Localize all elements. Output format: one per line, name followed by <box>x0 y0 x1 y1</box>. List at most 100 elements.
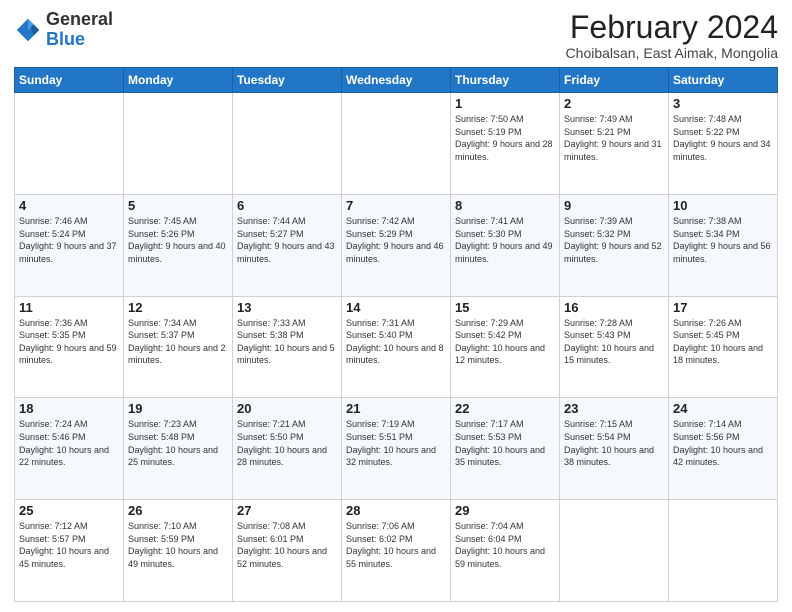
day-number: 20 <box>237 401 337 416</box>
calendar-cell: 22Sunrise: 7:17 AM Sunset: 5:53 PM Dayli… <box>451 398 560 500</box>
day-info: Sunrise: 7:12 AM Sunset: 5:57 PM Dayligh… <box>19 520 119 570</box>
day-info: Sunrise: 7:41 AM Sunset: 5:30 PM Dayligh… <box>455 215 555 265</box>
day-number: 26 <box>128 503 228 518</box>
calendar-cell: 18 Sunrise: 7:24 AM Sunset: 5:46 PM Dayli… <box>15 398 124 500</box>
day-info: Sunrise: 7:38 AM Sunset: 5:34 PM Dayligh… <box>673 215 773 265</box>
weekday-header-tuesday: Tuesday <box>233 68 342 93</box>
calendar-cell: 12 Sunrise: 7:34 AM Sunset: 5:37 PM Dayli… <box>124 296 233 398</box>
day-info: Sunrise: 7:48 AM Sunset: 5:22 PM Dayligh… <box>673 113 773 163</box>
day-number: 13 <box>237 300 337 315</box>
logo-general-text: General <box>46 10 113 30</box>
day-info: Sunrise: 7:04 AM Sunset: 6:04 PM Dayligh… <box>455 520 555 570</box>
day-info: Sunrise: 7:46 AM Sunset: 5:24 PM Dayligh… <box>19 215 119 265</box>
calendar-week-4: 18 Sunrise: 7:24 AM Sunset: 5:46 PM Dayli… <box>15 398 778 500</box>
calendar-cell: 4 Sunrise: 7:46 AM Sunset: 5:24 PM Daylig… <box>15 194 124 296</box>
day-info: Sunrise: 7:10 AM Sunset: 5:59 PM Dayligh… <box>128 520 228 570</box>
day-number: 19 <box>128 401 228 416</box>
calendar-cell <box>15 93 124 195</box>
day-info: Sunrise: 7:36 AM Sunset: 5:35 PM Dayligh… <box>19 317 119 367</box>
calendar-week-5: 25 Sunrise: 7:12 AM Sunset: 5:57 PM Dayli… <box>15 500 778 602</box>
day-number: 24 <box>673 401 773 416</box>
day-number: 22 <box>455 401 555 416</box>
day-number: 23 <box>564 401 664 416</box>
calendar-cell: 16 Sunrise: 7:28 AM Sunset: 5:43 PM Dayli… <box>560 296 669 398</box>
calendar-cell: 26 Sunrise: 7:10 AM Sunset: 5:59 PM Dayli… <box>124 500 233 602</box>
calendar-title: February 2024 <box>566 10 778 45</box>
day-info: Sunrise: 7:06 AM Sunset: 6:02 PM Dayligh… <box>346 520 446 570</box>
day-number: 11 <box>19 300 119 315</box>
day-number: 6 <box>237 198 337 213</box>
day-number: 15 <box>455 300 555 315</box>
day-number: 16 <box>564 300 664 315</box>
day-info: Sunrise: 7:33 AM Sunset: 5:38 PM Dayligh… <box>237 317 337 367</box>
day-number: 14 <box>346 300 446 315</box>
day-number: 12 <box>128 300 228 315</box>
calendar-week-1: 1 Sunrise: 7:50 AM Sunset: 5:19 PM Daylig… <box>15 93 778 195</box>
day-number: 27 <box>237 503 337 518</box>
day-info: Sunrise: 7:08 AM Sunset: 6:01 PM Dayligh… <box>237 520 337 570</box>
calendar-cell: 28Sunrise: 7:06 AM Sunset: 6:02 PM Dayli… <box>342 500 451 602</box>
day-number: 2 <box>564 96 664 111</box>
calendar-cell: 10 Sunrise: 7:38 AM Sunset: 5:34 PM Dayli… <box>669 194 778 296</box>
calendar-cell: 8 Sunrise: 7:41 AM Sunset: 5:30 PM Daylig… <box>451 194 560 296</box>
weekday-header-friday: Friday <box>560 68 669 93</box>
day-info: Sunrise: 7:15 AM Sunset: 5:54 PM Dayligh… <box>564 418 664 468</box>
day-number: 10 <box>673 198 773 213</box>
day-info: Sunrise: 7:14 AM Sunset: 5:56 PM Dayligh… <box>673 418 773 468</box>
day-info: Sunrise: 7:24 AM Sunset: 5:46 PM Dayligh… <box>19 418 119 468</box>
day-info: Sunrise: 7:34 AM Sunset: 5:37 PM Dayligh… <box>128 317 228 367</box>
calendar-cell <box>560 500 669 602</box>
day-info: Sunrise: 7:19 AM Sunset: 5:51 PM Dayligh… <box>346 418 446 468</box>
calendar-cell: 27 Sunrise: 7:08 AM Sunset: 6:01 PM Dayli… <box>233 500 342 602</box>
day-info: Sunrise: 7:28 AM Sunset: 5:43 PM Dayligh… <box>564 317 664 367</box>
day-info: Sunrise: 7:45 AM Sunset: 5:26 PM Dayligh… <box>128 215 228 265</box>
calendar-cell: 20 Sunrise: 7:21 AM Sunset: 5:50 PM Dayli… <box>233 398 342 500</box>
day-number: 8 <box>455 198 555 213</box>
day-number: 3 <box>673 96 773 111</box>
calendar-cell: 11 Sunrise: 7:36 AM Sunset: 5:35 PM Dayli… <box>15 296 124 398</box>
day-number: 5 <box>128 198 228 213</box>
day-number: 29 <box>455 503 555 518</box>
day-info: Sunrise: 7:50 AM Sunset: 5:19 PM Dayligh… <box>455 113 555 163</box>
calendar-cell: 5 Sunrise: 7:45 AM Sunset: 5:26 PM Daylig… <box>124 194 233 296</box>
weekday-header-saturday: Saturday <box>669 68 778 93</box>
day-number: 1 <box>455 96 555 111</box>
calendar-week-3: 11 Sunrise: 7:36 AM Sunset: 5:35 PM Dayli… <box>15 296 778 398</box>
calendar-cell <box>669 500 778 602</box>
logo-icon <box>14 16 42 44</box>
calendar-cell: 23 Sunrise: 7:15 AM Sunset: 5:54 PM Dayli… <box>560 398 669 500</box>
calendar-cell <box>124 93 233 195</box>
calendar-cell <box>342 93 451 195</box>
calendar-cell: 3 Sunrise: 7:48 AM Sunset: 5:22 PM Daylig… <box>669 93 778 195</box>
day-info: Sunrise: 7:23 AM Sunset: 5:48 PM Dayligh… <box>128 418 228 468</box>
calendar-cell: 2 Sunrise: 7:49 AM Sunset: 5:21 PM Daylig… <box>560 93 669 195</box>
day-info: Sunrise: 7:29 AM Sunset: 5:42 PM Dayligh… <box>455 317 555 367</box>
calendar-cell: 6Sunrise: 7:44 AM Sunset: 5:27 PM Daylig… <box>233 194 342 296</box>
logo-blue-text: Blue <box>46 30 113 50</box>
calendar-table: SundayMondayTuesdayWednesdayThursdayFrid… <box>14 67 778 602</box>
day-number: 9 <box>564 198 664 213</box>
day-number: 25 <box>19 503 119 518</box>
calendar-cell: 19 Sunrise: 7:23 AM Sunset: 5:48 PM Dayli… <box>124 398 233 500</box>
day-info: Sunrise: 7:21 AM Sunset: 5:50 PM Dayligh… <box>237 418 337 468</box>
calendar-cell: 25 Sunrise: 7:12 AM Sunset: 5:57 PM Dayli… <box>15 500 124 602</box>
logo: General Blue <box>14 10 113 50</box>
page-header: General Blue February 2024 Choibalsan, E… <box>14 10 778 61</box>
calendar-header-row: SundayMondayTuesdayWednesdayThursdayFrid… <box>15 68 778 93</box>
day-number: 4 <box>19 198 119 213</box>
calendar-cell: 9 Sunrise: 7:39 AM Sunset: 5:32 PM Daylig… <box>560 194 669 296</box>
weekday-header-monday: Monday <box>124 68 233 93</box>
calendar-subtitle: Choibalsan, East Aimak, Mongolia <box>566 45 778 61</box>
calendar-cell: 29 Sunrise: 7:04 AM Sunset: 6:04 PM Dayli… <box>451 500 560 602</box>
weekday-header-sunday: Sunday <box>15 68 124 93</box>
calendar-cell: 14Sunrise: 7:31 AM Sunset: 5:40 PM Dayli… <box>342 296 451 398</box>
calendar-cell: 1 Sunrise: 7:50 AM Sunset: 5:19 PM Daylig… <box>451 93 560 195</box>
day-info: Sunrise: 7:26 AM Sunset: 5:45 PM Dayligh… <box>673 317 773 367</box>
day-info: Sunrise: 7:49 AM Sunset: 5:21 PM Dayligh… <box>564 113 664 163</box>
calendar-cell: 21Sunrise: 7:19 AM Sunset: 5:51 PM Dayli… <box>342 398 451 500</box>
day-number: 7 <box>346 198 446 213</box>
calendar-cell: 15 Sunrise: 7:29 AM Sunset: 5:42 PM Dayli… <box>451 296 560 398</box>
day-number: 18 <box>19 401 119 416</box>
calendar-cell <box>233 93 342 195</box>
day-info: Sunrise: 7:39 AM Sunset: 5:32 PM Dayligh… <box>564 215 664 265</box>
